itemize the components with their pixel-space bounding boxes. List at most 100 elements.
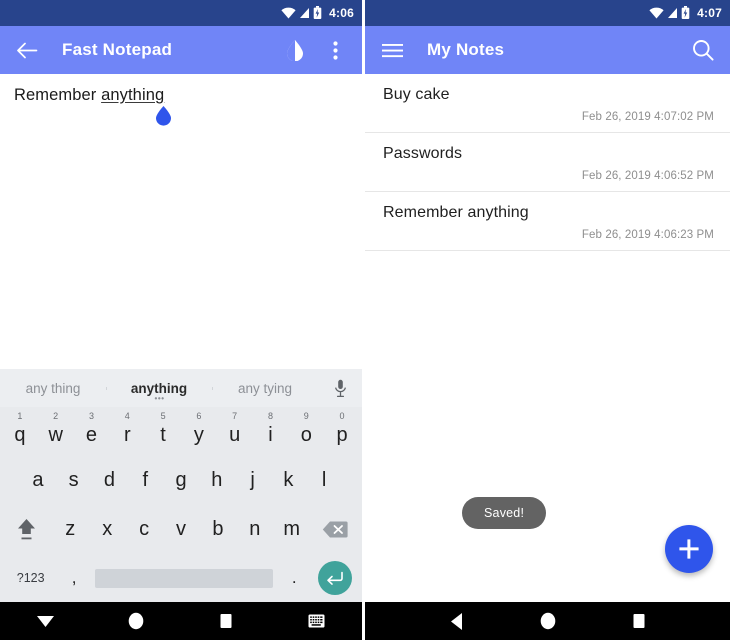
key-k[interactable]: k [270,456,306,505]
key-s[interactable]: s [56,456,92,505]
note-text-area[interactable]: Remember anything [0,74,362,369]
key-n[interactable]: n [236,505,273,554]
note-title: Buy cake [383,86,450,103]
enter-key[interactable] [309,561,360,595]
key-comma[interactable]: , [59,554,89,602]
suggestion-1[interactable]: anything [106,381,212,403]
recents-icon[interactable] [619,602,659,640]
note-text-misspelled: anything [101,86,165,104]
overflow-menu-icon[interactable] [322,37,348,63]
list-nav-bar [365,602,730,640]
app-title: My Notes [427,40,505,59]
list-item[interactable]: Remember anything Feb 26, 2019 4:06:23 P… [365,192,730,251]
key-h[interactable]: h [199,456,235,505]
key-r-num: 4 [124,411,130,421]
key-x[interactable]: x [89,505,126,554]
key-f[interactable]: f [127,456,163,505]
key-w-num: 2 [53,411,59,421]
back-icon[interactable] [437,602,477,640]
on-screen-keyboard: any thing anything any tying 1q 2w 3e 4r… [0,369,362,602]
key-o-num: 9 [303,411,309,421]
status-bar-list: 4:07 [365,0,730,26]
key-z[interactable]: z [52,505,89,554]
back-arrow-icon[interactable] [14,37,40,63]
key-o[interactable]: 9o [288,407,324,456]
key-y-letter: y [193,423,204,446]
key-q-num: 1 [17,411,23,421]
recents-icon[interactable] [206,602,246,640]
status-bar-editor: 4:06 [0,0,362,26]
key-t-letter: t [160,423,166,446]
home-icon[interactable] [528,602,568,640]
signal-icon [300,8,310,18]
battery-icon [681,6,690,19]
key-j[interactable]: j [235,456,271,505]
contrast-droplet-icon[interactable] [282,37,308,63]
suggestion-bar: any thing anything any tying [0,369,362,407]
key-b[interactable]: b [199,505,236,554]
key-e-num: 3 [88,411,94,421]
key-p[interactable]: 0p [324,407,360,456]
key-period[interactable]: . [279,554,309,602]
key-t[interactable]: 5t [145,407,181,456]
key-a[interactable]: a [20,456,56,505]
home-icon[interactable] [116,602,156,640]
note-timestamp: Feb 26, 2019 4:07:02 PM [581,111,714,123]
key-e[interactable]: 3e [74,407,110,456]
shift-icon[interactable] [2,505,52,554]
note-timestamp: Feb 26, 2019 4:06:23 PM [581,229,714,241]
list-item[interactable]: Buy cake Feb 26, 2019 4:07:02 PM [365,74,730,133]
wifi-icon [281,7,296,19]
wifi-icon [649,7,664,19]
key-v[interactable]: v [163,505,200,554]
keyboard-row-2: a s d f g h j k l [0,456,362,505]
status-icons-list [649,6,690,20]
keyboard-row-3: z x c v b n m [0,505,362,554]
key-i-letter: i [268,423,273,446]
note-title: Passwords [383,145,463,162]
toast-message: Saved! [462,497,547,529]
search-icon[interactable] [690,37,716,63]
hamburger-menu-icon[interactable] [379,37,405,63]
key-o-letter: o [300,423,312,446]
notes-list-screen: 4:07 My Notes Buy cake Feb 26, 2019 4:07… [365,0,730,640]
key-w-letter: w [48,423,63,446]
key-m[interactable]: m [273,505,310,554]
key-r-letter: r [123,423,131,446]
status-time: 4:07 [697,6,722,20]
microphone-icon[interactable] [318,379,362,398]
key-d[interactable]: d [92,456,128,505]
key-c[interactable]: c [126,505,163,554]
notes-list: Buy cake Feb 26, 2019 4:07:02 PM Passwor… [365,74,730,602]
list-item[interactable]: Passwords Feb 26, 2019 4:06:52 PM [365,133,730,192]
key-i-num: 8 [267,411,273,421]
list-app-bar: My Notes [365,26,730,74]
key-u-num: 7 [232,411,238,421]
hide-keyboard-icon[interactable] [25,602,65,640]
key-e-letter: e [85,423,98,446]
text-cursor-handle[interactable] [155,106,172,126]
editor-app-bar: Fast Notepad [0,26,362,74]
keyboard-switch-icon[interactable] [297,602,337,640]
backspace-icon[interactable] [310,505,360,554]
key-u-letter: u [229,423,241,446]
suggestion-0[interactable]: any thing [0,381,106,396]
note-timestamp: Feb 26, 2019 4:06:52 PM [581,170,714,182]
key-l[interactable]: l [306,456,342,505]
enter-icon [317,561,352,595]
dual-screenshot-container: 4:06 Fast Notepad Remember anything any … [0,0,730,640]
app-title: Fast Notepad [62,40,173,59]
suggestion-2[interactable]: any tying [212,381,318,396]
key-y[interactable]: 6y [181,407,217,456]
keyboard-row-1: 1q 2w 3e 4r 5t 6y 7u 8i 9o 0p [0,407,362,456]
key-g[interactable]: g [163,456,199,505]
key-i[interactable]: 8i [253,407,289,456]
symbols-key[interactable]: ?123 [2,554,59,602]
key-r[interactable]: 4r [109,407,145,456]
note-editor-screen: 4:06 Fast Notepad Remember anything any … [0,0,362,640]
add-note-fab[interactable] [665,525,713,573]
space-key[interactable] [95,568,274,588]
key-w[interactable]: 2w [38,407,74,456]
key-q[interactable]: 1q [2,407,38,456]
key-u[interactable]: 7u [217,407,253,456]
